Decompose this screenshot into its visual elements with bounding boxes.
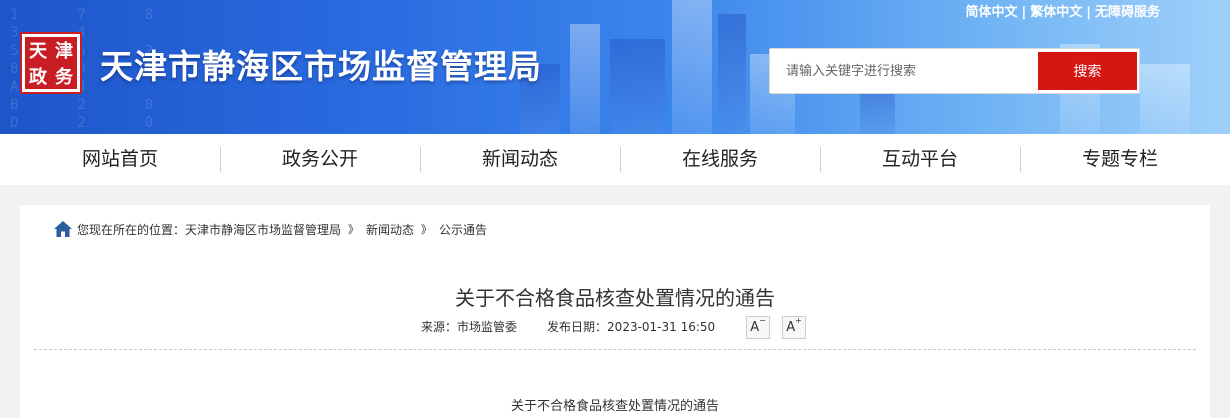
logo-char: 津 — [55, 41, 73, 62]
search-box: 搜索 — [769, 48, 1140, 94]
breadcrumb-link-home[interactable]: 天津市静海区市场监督管理局 — [185, 221, 341, 238]
font-decrease-label: A — [750, 320, 760, 335]
minus-icon: − — [759, 316, 766, 325]
source-label: 来源： — [421, 320, 458, 334]
logo-char: 政 — [29, 67, 47, 88]
building-shape — [610, 39, 665, 134]
lang-link-simplified[interactable]: 简体中文 — [965, 5, 1017, 20]
content-panel: 您现在所在的位置： 天津市静海区市场监督管理局 》 新闻动态 》 公示通告 关于… — [20, 205, 1210, 418]
publish-date: 2023-01-31 16:50 — [607, 319, 716, 334]
logo-emblem: 天 津 政 务 — [25, 37, 77, 89]
building-shape — [1140, 64, 1190, 134]
breadcrumb-prefix: 您现在所在的位置： — [77, 222, 186, 237]
nav-item-interaction[interactable]: 互动平台 — [820, 134, 1020, 185]
language-bar: 简体中文 | 繁体中文 | 无障碍服务 — [965, 1, 1160, 20]
search-button[interactable]: 搜索 — [1038, 52, 1137, 90]
nav-item-home[interactable]: 网站首页 — [20, 134, 220, 185]
site-logo[interactable]: 天 津 政 务 — [20, 32, 82, 94]
breadcrumb-link-news[interactable]: 新闻动态 — [366, 221, 414, 238]
font-decrease-button[interactable]: A− — [746, 316, 770, 339]
source-value: 市场监管委 — [457, 320, 518, 334]
site-title[interactable]: 天津市静海区市场监督管理局 — [100, 40, 542, 88]
breadcrumb: 您现在所在的位置： 天津市静海区市场监督管理局 》 新闻动态 》 公示通告 — [53, 220, 487, 238]
building-shape — [672, 0, 712, 134]
nav-item-government-affairs[interactable]: 政务公开 — [220, 134, 420, 185]
logo-char: 务 — [55, 67, 73, 88]
building-shape — [718, 14, 746, 134]
nav-item-online-services[interactable]: 在线服务 — [620, 134, 820, 185]
breadcrumb-link-notices[interactable]: 公示通告 — [439, 221, 487, 238]
date-label: 发布日期： — [547, 320, 608, 334]
article-body-title: 关于不合格食品核查处置情况的通告 — [510, 399, 719, 414]
building-shape — [570, 24, 600, 134]
separator: | — [1021, 5, 1027, 20]
logo-char: 天 — [29, 41, 47, 62]
lang-link-traditional[interactable]: 繁体中文 — [1030, 5, 1082, 20]
article-title: 关于不合格食品核查处置情况的通告 — [455, 286, 775, 310]
divider — [34, 349, 1196, 350]
breadcrumb-separator: 》 — [421, 223, 433, 236]
article-meta: 来源： 市场监管委 发布日期： 2023-01-31 16:50 — [421, 318, 715, 335]
separator: | — [1086, 5, 1091, 20]
nav-item-special-topics[interactable]: 专题专栏 — [1020, 134, 1220, 185]
header-banner: 1 7 8 3 4 5 6 2 8 0 1 A 4 B 2 0 D 2 0 天 … — [0, 0, 1230, 134]
search-input[interactable] — [770, 49, 1036, 93]
home-icon — [53, 220, 73, 238]
font-increase-button[interactable]: A+ — [782, 316, 806, 339]
plus-icon: + — [795, 316, 802, 325]
nav-item-news[interactable]: 新闻动态 — [420, 134, 620, 185]
breadcrumb-separator: 》 — [348, 223, 360, 236]
font-increase-label: A — [786, 320, 796, 335]
accessibility-link[interactable]: 无障碍服务 — [1095, 5, 1160, 20]
main-nav: 网站首页 政务公开 新闻动态 在线服务 互动平台 专题专栏 — [0, 134, 1230, 185]
